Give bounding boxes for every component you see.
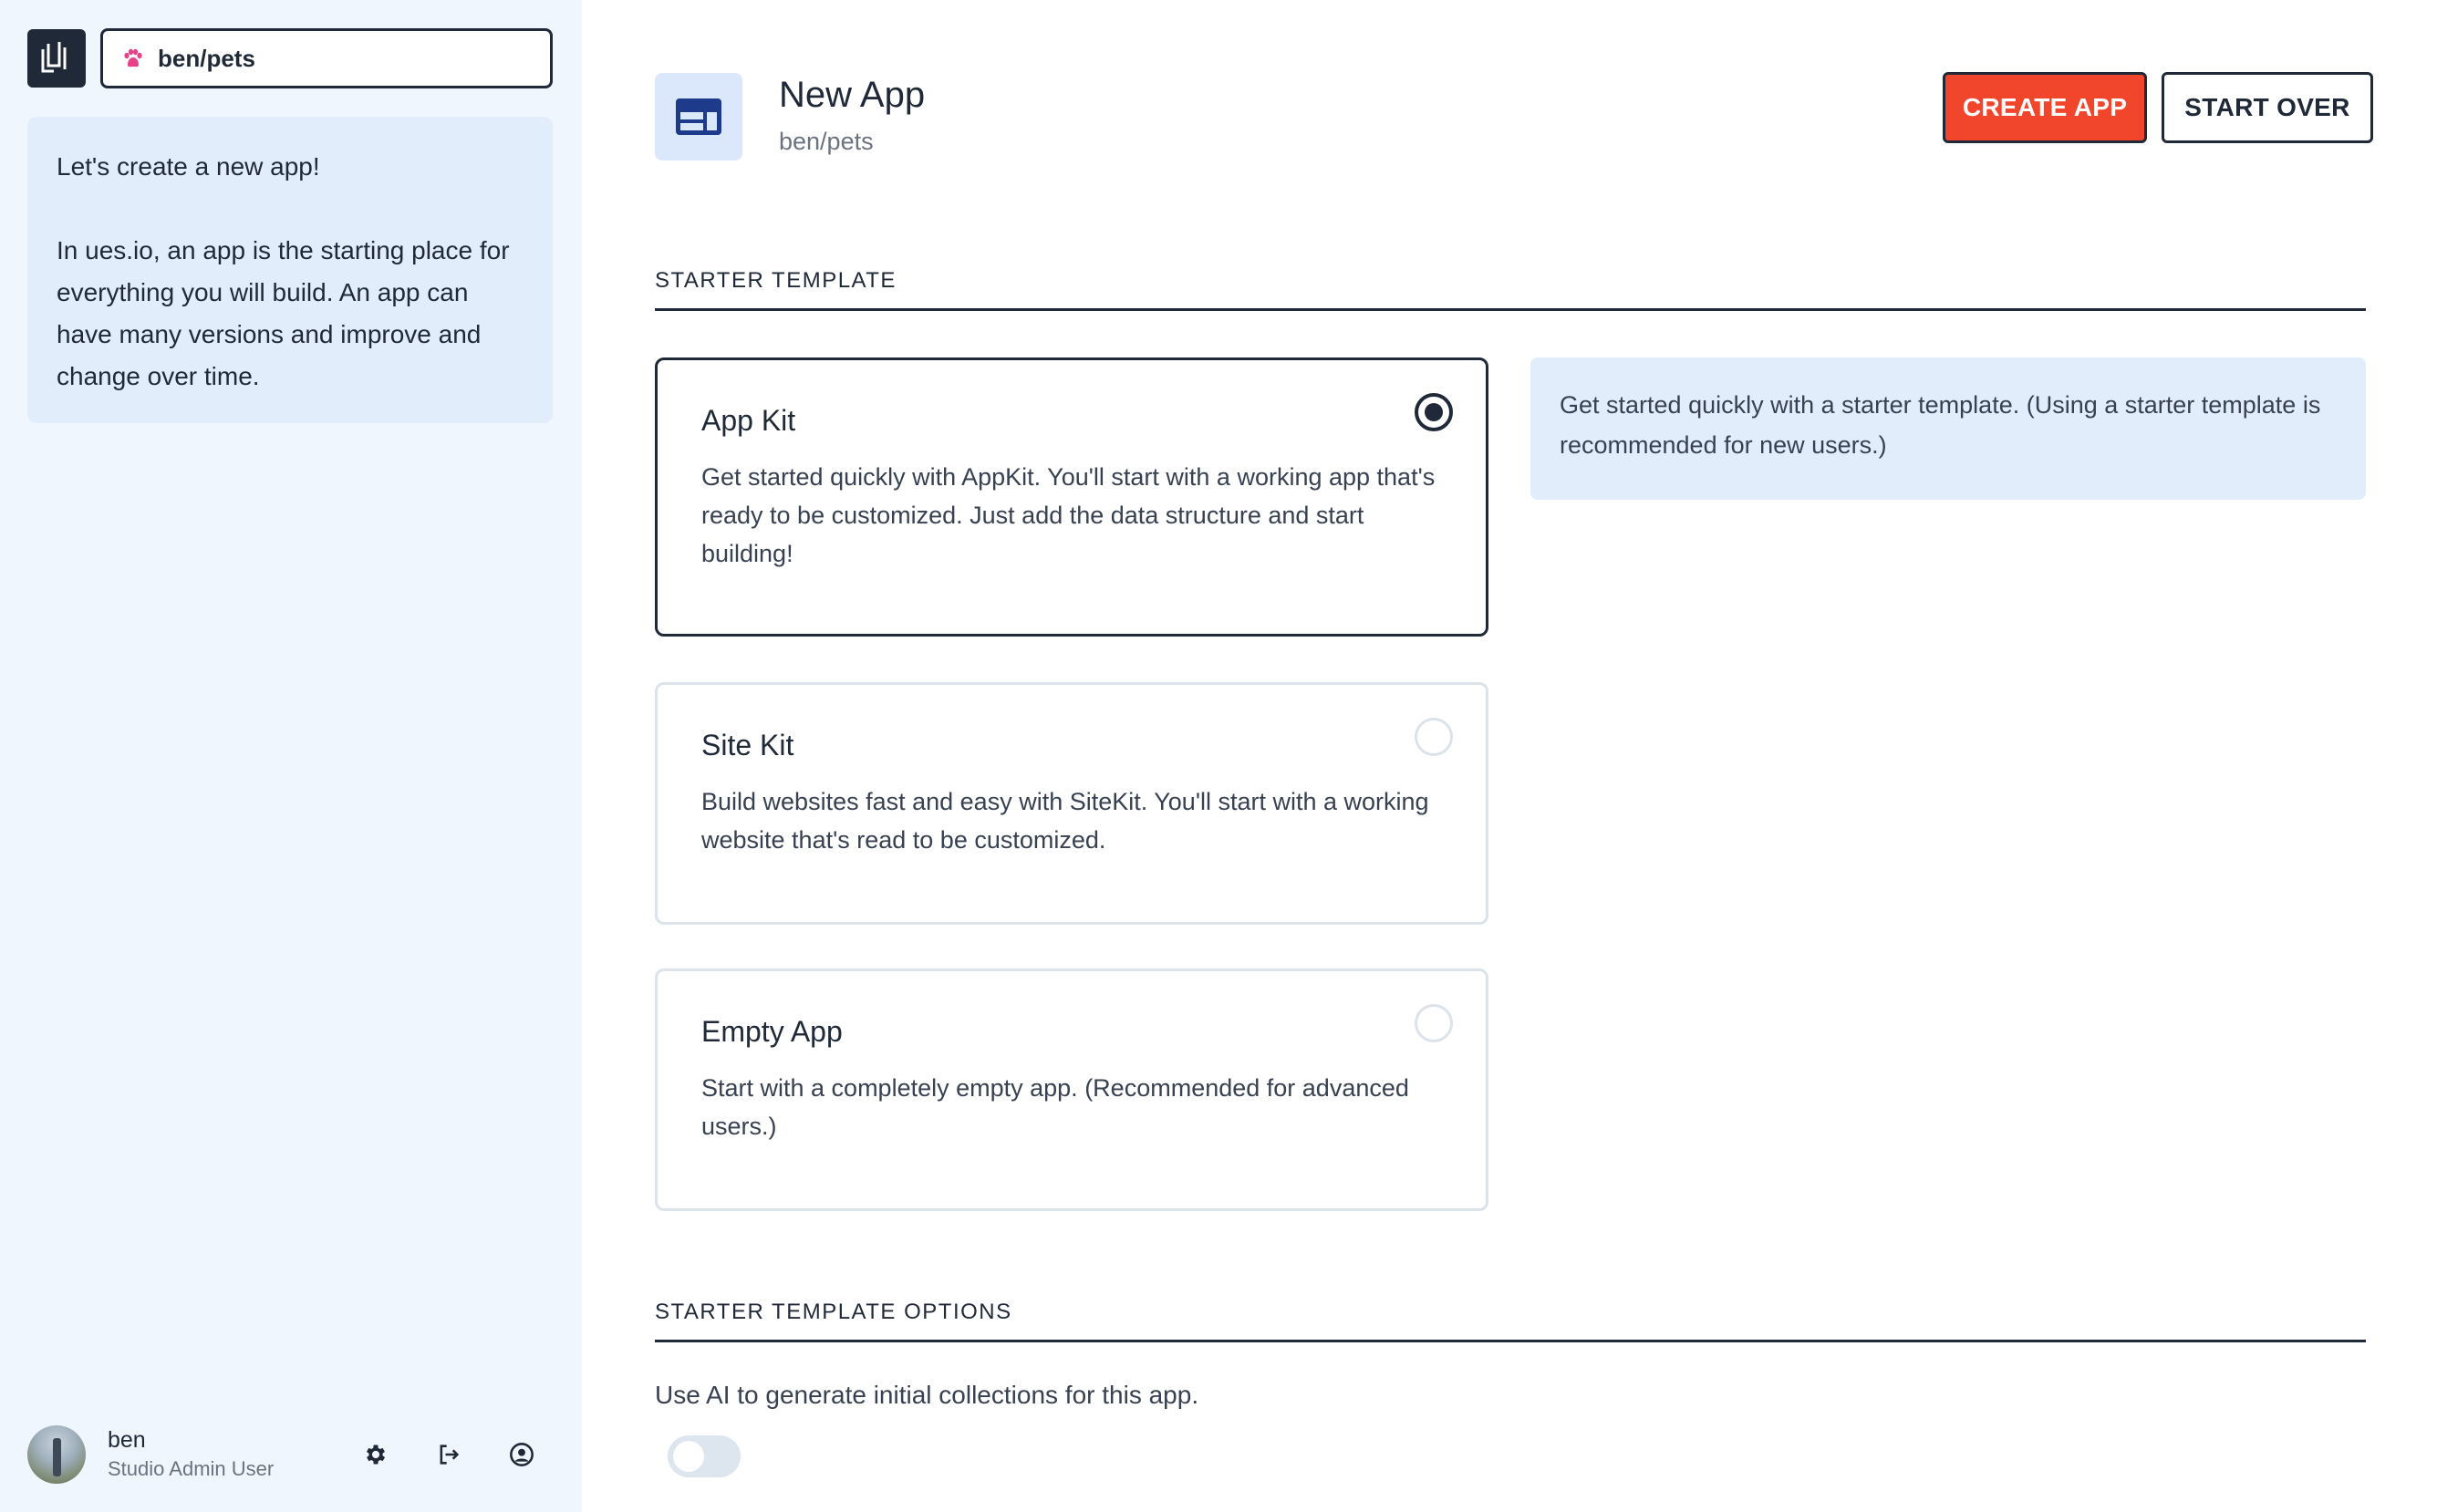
app-root: ben/pets Let's create a new app! In ues.… <box>0 0 2437 1512</box>
ai-toggle-label: Use AI to generate initial collections f… <box>655 1381 1199 1409</box>
user-name: ben <box>108 1427 146 1453</box>
page-title: New App <box>779 75 926 115</box>
card-description: Get started quickly with AppKit. You'll … <box>701 463 1436 567</box>
start-over-button[interactable]: START OVER <box>2162 72 2373 143</box>
template-card-app-kit[interactable]: App Kit Get started quickly with AppKit.… <box>655 357 1488 637</box>
main-content: New App ben/pets CREATE APP START OVER S… <box>582 0 2437 1512</box>
app-web-icon <box>655 73 742 161</box>
template-card-site-kit[interactable]: Site Kit Build websites fast and easy wi… <box>655 682 1488 925</box>
radio-selected[interactable] <box>1415 393 1453 431</box>
card-title: Empty App <box>701 1015 843 1048</box>
gear-icon[interactable] <box>358 1436 394 1473</box>
intro-text: In ues.io, an app is the starting place … <box>57 236 510 390</box>
ai-toggle[interactable] <box>668 1435 741 1477</box>
radio-unselected[interactable] <box>1415 718 1453 756</box>
paw-icon <box>121 47 143 69</box>
user-info: ben Studio Admin User <box>108 1425 358 1484</box>
page-subtitle: ben/pets <box>779 128 874 155</box>
card-description: Build websites fast and easy with SiteKi… <box>701 788 1429 854</box>
user-actions <box>358 1436 540 1473</box>
sidebar: ben/pets Let's create a new app! In ues.… <box>0 0 582 1512</box>
radio-unselected[interactable] <box>1415 1004 1453 1042</box>
intro-box: Let's create a new app! In ues.io, an ap… <box>27 117 553 423</box>
section-title-template-options: STARTER TEMPLATE OPTIONS <box>655 1300 2366 1342</box>
card-description: Start with a completely empty app. (Reco… <box>701 1074 1409 1140</box>
logout-icon[interactable] <box>430 1436 467 1473</box>
card-title: Site Kit <box>701 729 794 761</box>
template-card-empty-app[interactable]: Empty App Start with a completely empty … <box>655 968 1488 1211</box>
profile-icon[interactable] <box>503 1436 540 1473</box>
avatar[interactable] <box>27 1425 86 1484</box>
app-selector-value: ben/pets <box>158 44 255 72</box>
user-role: Studio Admin User <box>108 1457 275 1480</box>
user-bar: ben Studio Admin User <box>27 1424 553 1485</box>
app-selector[interactable]: ben/pets <box>100 28 553 88</box>
ues-logo-icon <box>39 38 74 79</box>
template-info-box: Get started quickly with a starter templ… <box>1530 357 2366 500</box>
section-title-starter-template: STARTER TEMPLATE <box>655 268 2366 311</box>
card-title: App Kit <box>701 404 796 437</box>
intro-heading: Let's create a new app! <box>57 152 320 181</box>
create-app-button[interactable]: CREATE APP <box>1943 72 2147 143</box>
home-logo-button[interactable] <box>27 29 86 88</box>
